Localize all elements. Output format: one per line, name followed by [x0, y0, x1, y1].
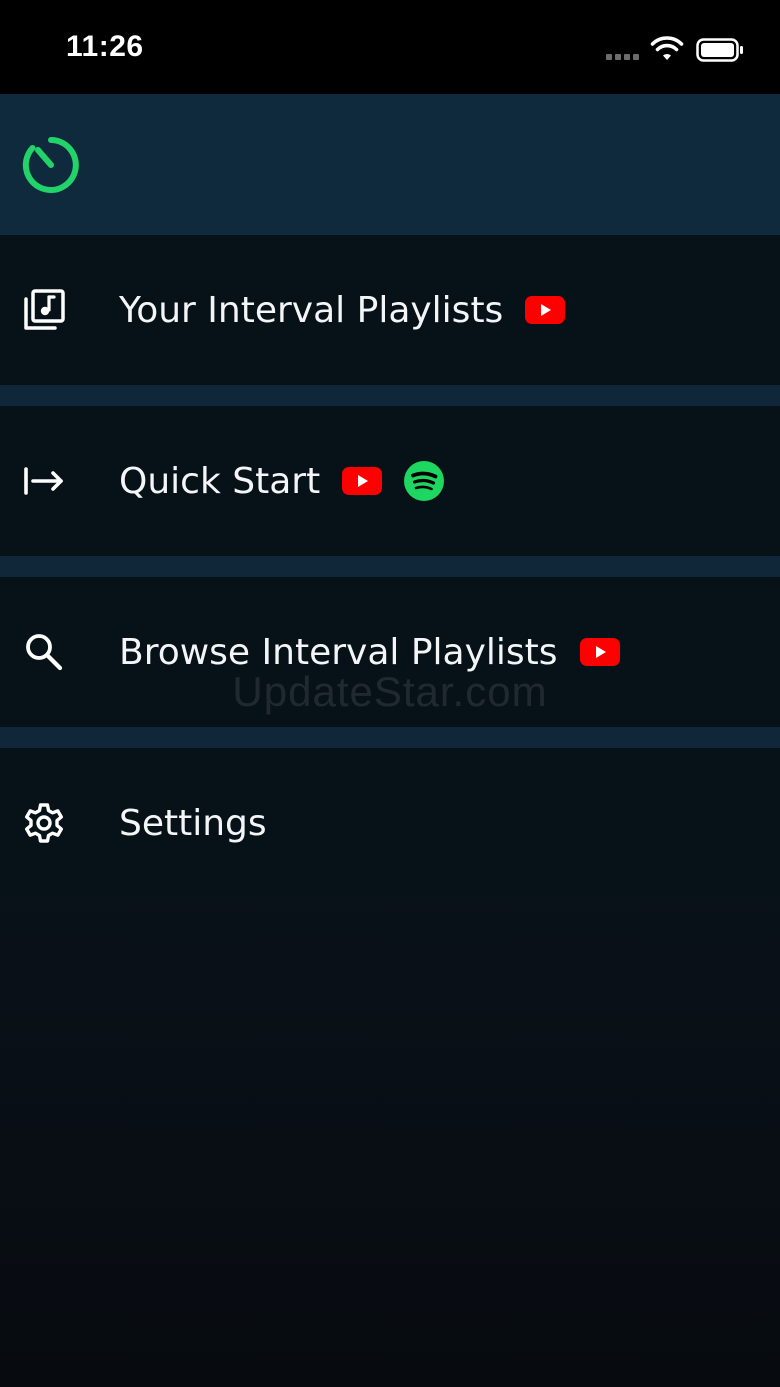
timer-logo-icon[interactable]	[20, 134, 82, 196]
menu-item-label: Browse Interval Playlists	[119, 631, 558, 673]
battery-icon	[696, 38, 743, 62]
youtube-icon	[525, 296, 566, 324]
menu-item-label: Settings	[119, 802, 267, 844]
menu-label-row: Settings	[119, 748, 267, 898]
watermark: UpdateStar.com	[232, 668, 548, 715]
app-header	[0, 94, 780, 235]
menu-label-row: Your Interval Playlists	[119, 235, 566, 385]
gear-icon	[25, 803, 63, 843]
arrow-right-to-line-icon	[24, 467, 63, 495]
youtube-icon	[579, 638, 620, 666]
menu-item-label: Your Interval Playlists	[119, 289, 504, 331]
menu-divider	[0, 727, 780, 748]
youtube-icon	[342, 467, 383, 495]
menu-divider	[0, 385, 780, 406]
music-library-icon	[24, 289, 65, 330]
signal-icon	[606, 54, 639, 60]
menu-item-quick-start[interactable]: Quick Start	[0, 406, 780, 556]
wifi-icon	[650, 36, 684, 60]
menu-item-settings[interactable]: Settings	[0, 748, 780, 898]
spotify-icon	[404, 461, 445, 501]
menu-divider	[0, 556, 780, 577]
nav-menu: Your Interval Playlists Quick Start Brow…	[0, 235, 780, 898]
status-bar: 11:26	[0, 0, 780, 94]
status-time: 11:26	[66, 30, 144, 63]
menu-label-row: Quick Start	[119, 406, 445, 556]
menu-item-your-interval-playlists[interactable]: Your Interval Playlists	[0, 235, 780, 385]
menu-item-label: Quick Start	[119, 460, 321, 502]
